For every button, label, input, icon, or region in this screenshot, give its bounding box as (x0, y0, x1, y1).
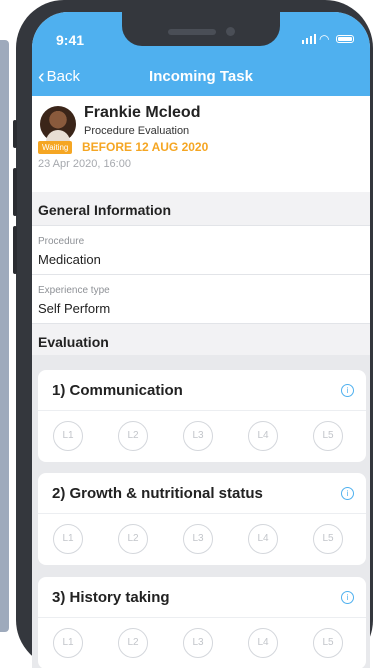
page-title: Incoming Task (149, 68, 253, 85)
task-deadline: BEFORE 12 AUG 2020 (82, 140, 209, 154)
level-l5-button[interactable]: L5 (313, 524, 343, 554)
level-l4-button[interactable]: L4 (248, 421, 278, 451)
level-selector: L1 L2 L3 L4 L5 (53, 628, 353, 658)
speaker-icon (168, 29, 216, 35)
evaluation-header: Evaluation (32, 324, 370, 358)
section-title: Evaluation (38, 334, 109, 350)
evaluation-item-title: 2) Growth & nutritional status (52, 485, 263, 502)
level-l2-button[interactable]: L2 (118, 524, 148, 554)
task-datetime: 23 Apr 2020, 16:00 (38, 158, 131, 170)
wifi-icon: ◠ (319, 32, 330, 46)
info-icon[interactable]: i (341, 487, 354, 500)
info-icon[interactable]: i (341, 384, 354, 397)
evaluation-list: 1) Communication i L1 L2 L3 L4 L5 2) Gro… (32, 355, 370, 668)
section-title: General Information (38, 202, 172, 218)
level-l3-button[interactable]: L3 (183, 628, 213, 658)
task-person-name: Frankie Mcleod (84, 104, 201, 121)
level-l5-button[interactable]: L5 (313, 421, 343, 451)
level-l4-button[interactable]: L4 (248, 524, 278, 554)
phone-volume-up-button (13, 168, 17, 216)
experience-type-field: Experience type Self Perform (32, 275, 370, 324)
divider (38, 513, 366, 514)
phone-side-button (13, 120, 17, 148)
status-badge: Waiting (38, 141, 73, 154)
level-l1-button[interactable]: L1 (53, 524, 83, 554)
level-selector: L1 L2 L3 L4 L5 (53, 421, 353, 451)
field-value: Medication (38, 252, 101, 267)
signal-icon (302, 34, 316, 44)
level-l1-button[interactable]: L1 (53, 628, 83, 658)
task-subtitle: Procedure Evaluation (84, 125, 190, 137)
evaluation-item: 2) Growth & nutritional status i L1 L2 L… (38, 473, 366, 565)
level-selector: L1 L2 L3 L4 L5 (53, 524, 353, 554)
field-label: Procedure (38, 236, 85, 247)
level-l2-button[interactable]: L2 (118, 628, 148, 658)
level-l4-button[interactable]: L4 (248, 628, 278, 658)
procedure-field: Procedure Medication (32, 226, 370, 275)
evaluation-item: 1) Communication i L1 L2 L3 L4 L5 (38, 370, 366, 462)
battery-icon (336, 35, 354, 43)
background-panel-edge (0, 40, 9, 632)
field-value: Self Perform (38, 301, 111, 316)
status-icons: ◠ (302, 32, 358, 46)
divider (38, 617, 366, 618)
level-l5-button[interactable]: L5 (313, 628, 343, 658)
level-l3-button[interactable]: L3 (183, 524, 213, 554)
level-l1-button[interactable]: L1 (53, 421, 83, 451)
avatar (40, 106, 76, 142)
info-icon[interactable]: i (341, 591, 354, 604)
phone-volume-down-button (13, 226, 17, 274)
task-summary-card: Frankie Mcleod Procedure Evaluation Wait… (32, 96, 370, 193)
level-l2-button[interactable]: L2 (118, 421, 148, 451)
phone-screen: 9:41 ◠ ‹ Back Incoming Task Frankie Mcleo… (32, 12, 370, 668)
evaluation-item-title: 1) Communication (52, 382, 183, 399)
phone-notch (122, 12, 280, 46)
status-time: 9:41 (56, 32, 85, 48)
evaluation-item: 3) History taking i L1 L2 L3 L4 L5 (38, 577, 366, 668)
evaluation-item-title: 3) History taking (52, 589, 170, 606)
camera-icon (226, 27, 235, 36)
divider (38, 410, 366, 411)
level-l3-button[interactable]: L3 (183, 421, 213, 451)
field-label: Experience type (38, 285, 110, 296)
general-information-header: General Information (32, 192, 370, 226)
